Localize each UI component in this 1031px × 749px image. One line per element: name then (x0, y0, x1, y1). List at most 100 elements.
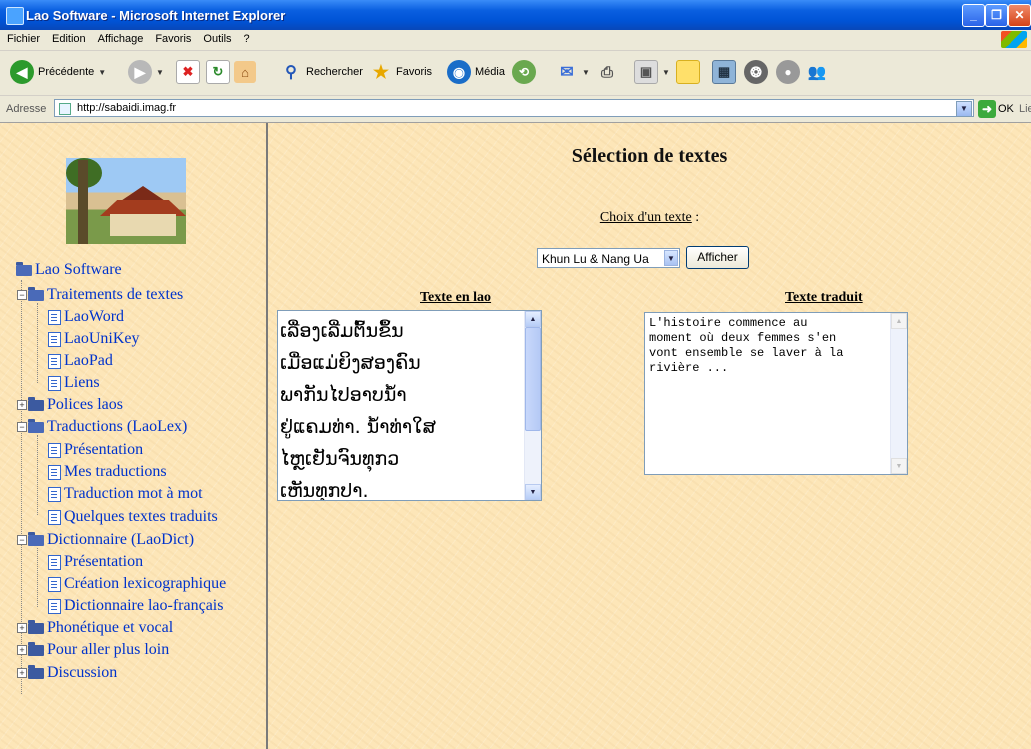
tree-node-phonetique[interactable]: + Phonétique et vocal (17, 618, 173, 638)
mail-button[interactable]: ✉ ▼ (556, 59, 590, 85)
menu-favoris[interactable]: Favoris (148, 30, 196, 45)
messenger-button[interactable]: ● (776, 59, 800, 85)
nav-link-laounikey[interactable]: LaoUniKey (64, 330, 140, 348)
menu-affichage[interactable]: Affichage (91, 30, 149, 45)
document-icon (48, 464, 61, 480)
expand-icon[interactable]: + (17, 400, 27, 410)
nav-link-textes-traduits[interactable]: Quelques textes traduits (64, 508, 218, 526)
tree-leaf-laoword[interactable]: LaoWord (42, 307, 124, 327)
nav-link-dictionnaire[interactable]: Dictionnaire (LaoDict) (47, 531, 194, 549)
go-button[interactable]: OK (998, 103, 1014, 115)
nav-link-presentation-dict[interactable]: Présentation (64, 553, 143, 571)
tool-button-1[interactable]: ▦ (712, 59, 736, 85)
tree-leaf-mes-traductions[interactable]: Mes traductions (42, 462, 167, 482)
nav-link-phonetique[interactable]: Phonétique et vocal (47, 619, 173, 637)
notes-button[interactable] (676, 59, 700, 85)
tree-node-dictionnaire[interactable]: − Dictionnaire (LaoDict) (17, 530, 194, 550)
tree-leaf-presentation-dict[interactable]: Présentation (42, 552, 143, 572)
translated-textarea[interactable]: L'histoire commence au moment où deux fe… (644, 312, 908, 475)
tree-root[interactable]: Lao Software (16, 260, 122, 280)
tree-node-aller-plus-loin[interactable]: + Pour aller plus loin (17, 640, 169, 660)
document-icon (48, 576, 61, 592)
go-arrow-icon[interactable]: ➜ (978, 100, 996, 118)
nav-link-dict-lao-fr[interactable]: Dictionnaire lao-français (64, 597, 223, 615)
scroll-down-icon[interactable]: ▼ (525, 484, 541, 500)
minimize-button[interactable]: _ (962, 4, 985, 27)
media-button[interactable]: ◉ Média (447, 59, 505, 85)
tree-node-traductions[interactable]: − Traductions (LaoLex) (17, 417, 187, 437)
menu-edition[interactable]: Edition (45, 30, 91, 45)
favorites-button[interactable]: ★ Favoris (370, 59, 432, 85)
print-button[interactable]: ⎙ (596, 59, 618, 85)
collapse-icon[interactable]: − (17, 290, 27, 300)
search-button[interactable]: ⚲ Rechercher (280, 59, 363, 85)
nav-link-mot-a-mot[interactable]: Traduction mot à mot (64, 485, 203, 503)
scroll-down-icon[interactable]: ▼ (891, 458, 907, 474)
nav-link-polices[interactable]: Polices laos (47, 396, 123, 414)
nav-link-creation-lexico[interactable]: Création lexicographique (64, 575, 226, 593)
stop-button[interactable]: ✖ (176, 59, 200, 85)
tree-line (37, 303, 38, 383)
scroll-up-icon[interactable]: ▲ (891, 313, 907, 329)
nav-link-mes-traductions[interactable]: Mes traductions (64, 463, 167, 481)
maximize-button[interactable]: ❐ (985, 4, 1008, 27)
history-button[interactable]: ⟲ (512, 59, 536, 85)
contacts-button[interactable]: 👥 (806, 59, 828, 85)
tree-leaf-mot-a-mot[interactable]: Traduction mot à mot (42, 484, 203, 504)
choice-label-suffix: : (691, 210, 700, 225)
refresh-button[interactable]: ↻ (206, 59, 230, 85)
tool-button-2[interactable]: ❂ (744, 59, 768, 85)
text-select[interactable]: Khun Lu & Nang Ua ▼ (537, 248, 680, 268)
tree-leaf-textes-traduits[interactable]: Quelques textes traduits (42, 507, 218, 527)
nav-link-liens[interactable]: Liens (64, 374, 100, 392)
afficher-button[interactable]: Afficher (686, 246, 749, 269)
tree-node-polices[interactable]: + Polices laos (17, 395, 123, 415)
tree-leaf-laounikey[interactable]: LaoUniKey (42, 329, 140, 349)
tree-leaf-creation-lexico[interactable]: Création lexicographique (42, 574, 226, 594)
scroll-up-icon[interactable]: ▲ (525, 311, 541, 327)
collapse-icon[interactable]: − (17, 535, 27, 545)
tree-leaf-laopad[interactable]: LaoPad (42, 351, 113, 371)
collapse-icon[interactable]: − (17, 422, 27, 432)
menu-fichier[interactable]: Fichier (0, 30, 45, 45)
lao-textarea[interactable]: ເລື່ອງເລີ່ມຕົ້ນຂຶ້ນ ເມື່ອແມ່ຍິງສອງຄົນ ພາ… (277, 310, 542, 501)
selected-text-value: Khun Lu & Nang Ua (542, 252, 649, 266)
translated-scrollbar[interactable]: ▲ ▼ (890, 313, 907, 474)
nav-link-lao-software[interactable]: Lao Software (35, 261, 122, 279)
nav-link-aller-plus-loin[interactable]: Pour aller plus loin (47, 641, 169, 659)
tree-node-traitements[interactable]: − Traitements de textes (17, 285, 183, 305)
tree-leaf-liens[interactable]: Liens (42, 373, 100, 393)
chevron-down-icon[interactable]: ▼ (956, 101, 972, 117)
forward-button[interactable]: ▶ ▼ (128, 59, 164, 85)
nav-link-discussion[interactable]: Discussion (47, 664, 117, 682)
nav-link-laopad[interactable]: LaoPad (64, 352, 113, 370)
scroll-thumb[interactable] (525, 327, 541, 431)
expand-icon[interactable]: + (17, 645, 27, 655)
tree-leaf-presentation-lex[interactable]: Présentation (42, 440, 143, 460)
nav-link-traitements[interactable]: Traitements de textes (47, 286, 183, 304)
ie-app-icon (6, 7, 24, 25)
globe-icon: ❂ (744, 60, 768, 84)
nav-link-traductions[interactable]: Traductions (LaoLex) (47, 418, 187, 436)
tree-node-discussion[interactable]: + Discussion (17, 663, 117, 683)
links-button[interactable]: Liens (1019, 103, 1031, 115)
lao-scrollbar[interactable]: ▲ ▼ (524, 311, 541, 500)
nav-link-laoword[interactable]: LaoWord (64, 308, 124, 326)
refresh-icon: ↻ (206, 60, 230, 84)
menu-help[interactable]: ? (237, 30, 255, 45)
chevron-down-icon[interactable]: ▼ (664, 250, 678, 266)
back-button[interactable]: ◀ Précédente ▼ (10, 59, 106, 85)
window-titlebar: Lao Software - Microsoft Internet Explor… (0, 0, 1031, 30)
folder-open-icon (28, 418, 44, 433)
nav-link-presentation-lex[interactable]: Présentation (64, 441, 143, 459)
temple-wall (110, 214, 176, 236)
close-button[interactable]: ✕ (1008, 4, 1031, 27)
expand-icon[interactable]: + (17, 668, 27, 678)
tree-leaf-dict-lao-fr[interactable]: Dictionnaire lao-français (42, 596, 223, 616)
edit-button[interactable]: ▣ ▼ (634, 59, 670, 85)
address-input[interactable]: http://sabaidi.imag.fr ▼ (54, 99, 974, 117)
back-arrow-icon: ◀ (10, 60, 34, 84)
menu-outils[interactable]: Outils (196, 30, 236, 45)
expand-icon[interactable]: + (17, 623, 27, 633)
home-button[interactable]: ⌂ (234, 59, 256, 85)
